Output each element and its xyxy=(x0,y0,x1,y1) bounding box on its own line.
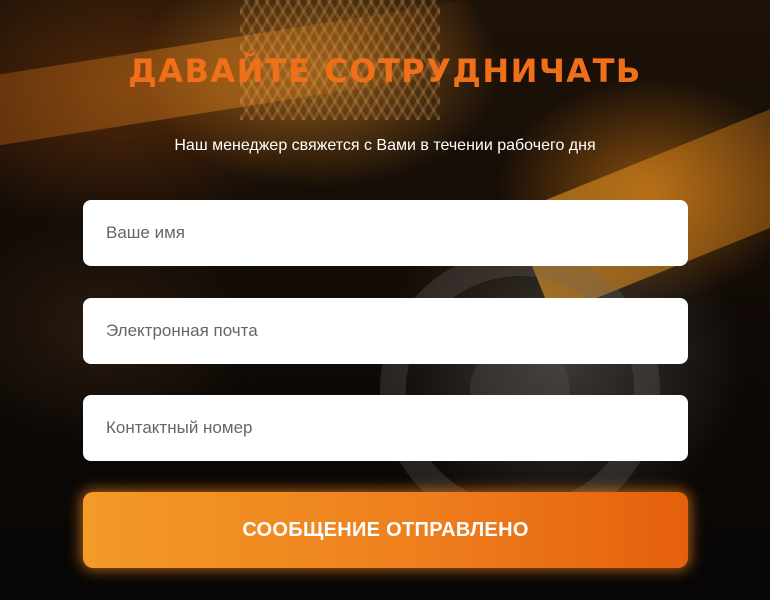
section-heading: ДАВАЙТЕ СОТРУДНИЧАТЬ xyxy=(128,52,642,90)
phone-input[interactable] xyxy=(83,395,688,461)
section-subtitle: Наш менеджер свяжется с Вами в течении р… xyxy=(174,137,596,154)
background-image-wheel xyxy=(380,250,660,530)
contact-section: ДАВАЙТЕ СОТРУДНИЧАТЬ Наш менеджер свяжет… xyxy=(0,0,770,600)
name-input[interactable] xyxy=(83,200,688,266)
email-input[interactable] xyxy=(83,298,688,364)
submit-button[interactable]: СООБЩЕНИЕ ОТПРАВЛЕНО xyxy=(83,492,688,568)
